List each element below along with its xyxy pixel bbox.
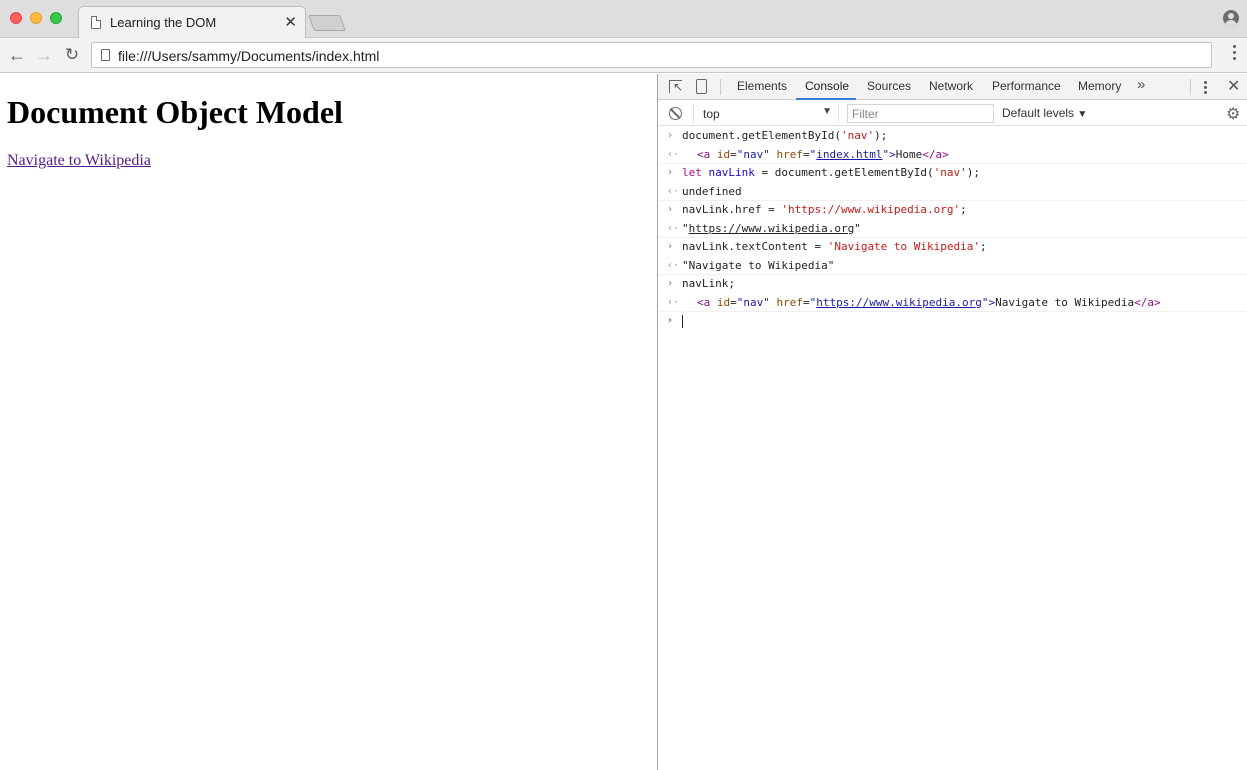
log-levels-dropdown[interactable]: Default levels ▼ <box>1002 106 1087 120</box>
forward-button[interactable]: → <box>33 44 55 66</box>
browser-toolbar: ← → ↻ file:///Users/sammy/Documents/inde… <box>0 38 1247 73</box>
title-bar: Learning the DOM ✕ <box>0 0 1247 39</box>
minimize-window-button[interactable] <box>30 12 42 24</box>
console-output-row: ‹· "Navigate to Wikipedia" <box>658 257 1247 275</box>
console-input-row: › let navLink = document.getElementById(… <box>658 164 1247 183</box>
prompt-icon: › <box>667 167 674 178</box>
index-link[interactable]: index.html <box>816 148 882 161</box>
prompt-icon: › <box>667 241 674 252</box>
close-tab-icon[interactable]: ✕ <box>284 13 297 31</box>
console-prompt[interactable]: › <box>658 312 1247 331</box>
tab-title: Learning the DOM <box>110 15 217 30</box>
result-icon: ‹· <box>667 259 680 271</box>
close-devtools-icon[interactable]: ✕ <box>1227 76 1240 96</box>
text-cursor <box>682 314 683 328</box>
devtools-menu-icon[interactable] <box>1204 81 1207 96</box>
wikipedia-href-link[interactable]: https://www.wikipedia.org <box>816 296 982 309</box>
context-value: top <box>703 107 720 121</box>
tab-network[interactable]: Network <box>929 79 973 93</box>
file-icon <box>101 49 110 61</box>
profile-icon[interactable] <box>1223 10 1239 26</box>
console-input-row: › navLink.textContent = 'Navigate to Wik… <box>658 238 1247 257</box>
clear-console-icon[interactable] <box>669 107 682 120</box>
result-icon: ‹· <box>667 148 680 160</box>
console-input-row: › navLink.href = 'https://www.wikipedia.… <box>658 201 1247 220</box>
page-icon <box>91 16 101 29</box>
log-levels-label: Default levels <box>1002 106 1075 120</box>
prompt-icon: › <box>667 130 674 141</box>
console-output-row: ‹· <a id="nav" href="https://www.wikiped… <box>658 294 1247 312</box>
device-toolbar-icon[interactable] <box>696 79 707 94</box>
prompt-icon: › <box>667 204 674 215</box>
wikipedia-link[interactable]: https://www.wikipedia.org <box>689 222 855 235</box>
url-text[interactable]: file:///Users/sammy/Documents/index.html <box>118 48 379 64</box>
more-tabs-icon[interactable]: » <box>1137 76 1145 93</box>
result-icon: ‹· <box>667 222 680 234</box>
result-icon: ‹· <box>667 185 680 197</box>
console-input-row: › document.getElementById('nav'); <box>658 127 1247 146</box>
browser-menu-icon[interactable] <box>1233 45 1237 65</box>
tab-elements[interactable]: Elements <box>737 79 787 93</box>
page-viewport: Document Object Model Navigate to Wikipe… <box>0 74 657 770</box>
chevron-down-icon: ▼ <box>1077 109 1088 120</box>
console-log: › document.getElementById('nav'); ‹· <a … <box>658 127 1247 331</box>
devtools-tab-bar: Elements Console Sources Network Perform… <box>658 74 1247 100</box>
nav-link[interactable]: Navigate to Wikipedia <box>7 152 151 170</box>
active-tab-indicator <box>796 98 856 100</box>
inspect-element-icon[interactable] <box>669 80 683 94</box>
tab-performance[interactable]: Performance <box>992 79 1061 93</box>
console-filter-input[interactable] <box>847 104 994 123</box>
new-tab-button[interactable] <box>308 15 346 31</box>
tab-console[interactable]: Console <box>805 79 849 93</box>
back-button[interactable]: ← <box>6 44 28 66</box>
zoom-window-button[interactable] <box>50 12 62 24</box>
prompt-icon: › <box>667 315 674 326</box>
page-heading: Document Object Model <box>7 94 343 130</box>
tab-sources[interactable]: Sources <box>867 79 911 93</box>
tab-memory[interactable]: Memory <box>1078 79 1121 93</box>
gear-icon[interactable]: ⚙ <box>1226 104 1240 124</box>
console-output-row: ‹· <a id="nav" href="index.html">Home</a… <box>658 146 1247 164</box>
devtools-panel: Elements Console Sources Network Perform… <box>657 74 1247 770</box>
context-selector[interactable]: top ▼ <box>693 104 839 123</box>
reload-button[interactable]: ↻ <box>61 44 83 66</box>
close-window-button[interactable] <box>10 12 22 24</box>
console-output-row: ‹· "https://www.wikipedia.org" <box>658 220 1247 238</box>
result-icon: ‹· <box>667 296 680 308</box>
console-input-row: › navLink; <box>658 275 1247 294</box>
console-toolbar: top ▼ Default levels ▼ ⚙ <box>658 101 1247 126</box>
prompt-icon: › <box>667 278 674 289</box>
console-output-row: ‹· undefined <box>658 183 1247 201</box>
address-bar[interactable]: file:///Users/sammy/Documents/index.html <box>91 42 1212 68</box>
chevron-down-icon: ▼ <box>822 106 832 117</box>
browser-tab-active[interactable]: Learning the DOM ✕ <box>78 6 306 39</box>
